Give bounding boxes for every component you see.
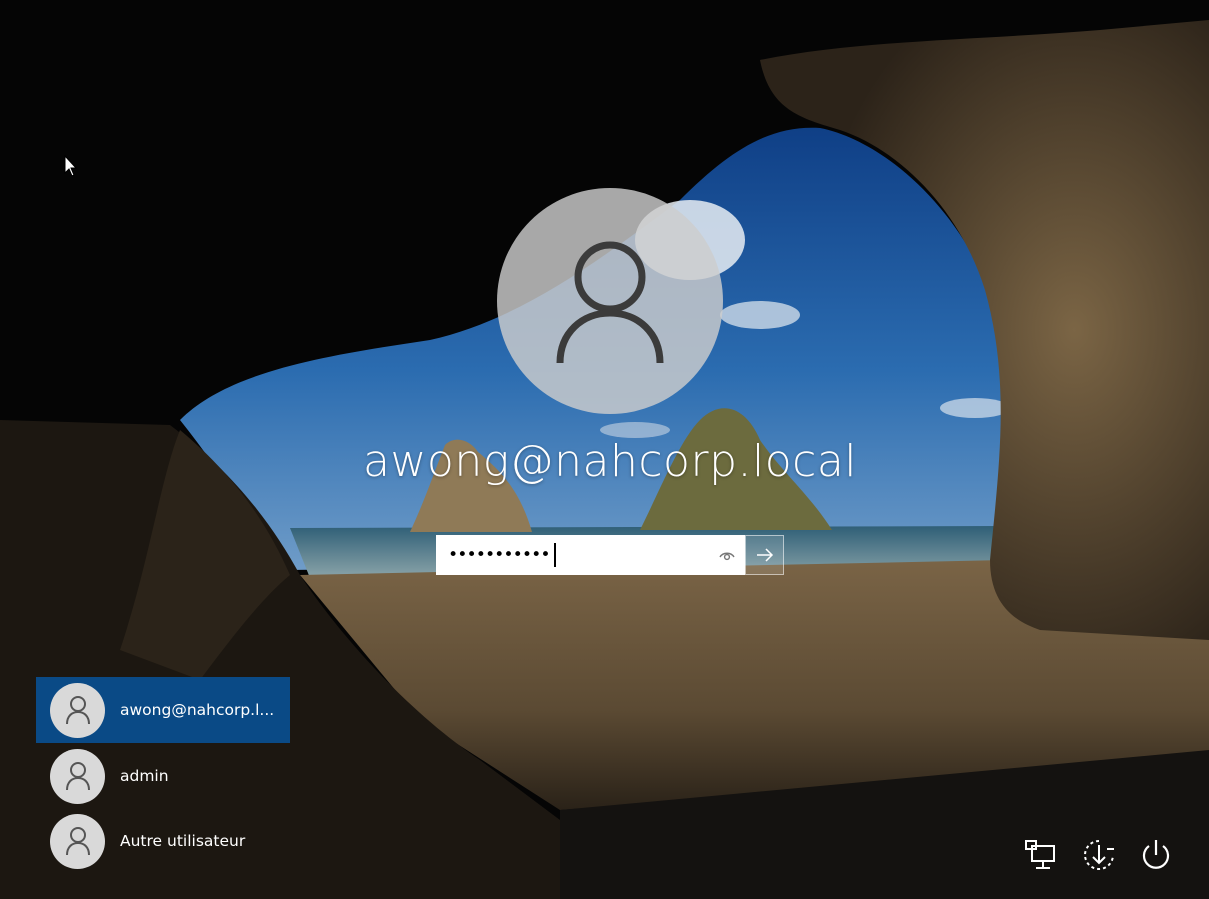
text-caret [554, 543, 556, 567]
user-list: awong@nahcorp.l... admin Autre utilisate… [36, 677, 290, 874]
avatar [50, 813, 105, 869]
user-item-other-user[interactable]: Autre utilisateur [36, 809, 290, 873]
power-button[interactable] [1137, 836, 1175, 874]
user-item-admin[interactable]: admin [36, 744, 290, 808]
user-item-awong[interactable]: awong@nahcorp.l... [36, 677, 290, 743]
eye-icon[interactable] [718, 547, 736, 563]
password-box [436, 535, 784, 575]
system-tray [1022, 836, 1177, 876]
power-icon [1142, 840, 1170, 869]
ease-of-access-icon [1084, 840, 1114, 870]
user-avatar-large [497, 188, 723, 414]
user-silhouette-icon [65, 696, 90, 725]
account-display-name: awong@nahcorp.local [362, 436, 858, 487]
avatar [50, 682, 105, 738]
lock-screen: awong@nahcorp.local awong@nahcorp.l... [0, 0, 1209, 899]
mouse-cursor-icon [64, 155, 78, 177]
user-silhouette-icon [556, 241, 664, 364]
user-item-label: awong@nahcorp.l... [120, 701, 275, 719]
avatar [50, 748, 105, 804]
user-silhouette-icon [65, 762, 90, 791]
network-button[interactable] [1022, 836, 1060, 874]
ease-of-access-button[interactable] [1080, 836, 1118, 874]
network-icon [1025, 840, 1055, 869]
arrow-right-icon [756, 548, 773, 562]
submit-button[interactable] [745, 535, 784, 575]
user-item-label: admin [120, 767, 169, 785]
user-item-label: Autre utilisateur [120, 832, 246, 850]
password-input[interactable] [436, 535, 745, 575]
user-silhouette-icon [65, 827, 90, 856]
